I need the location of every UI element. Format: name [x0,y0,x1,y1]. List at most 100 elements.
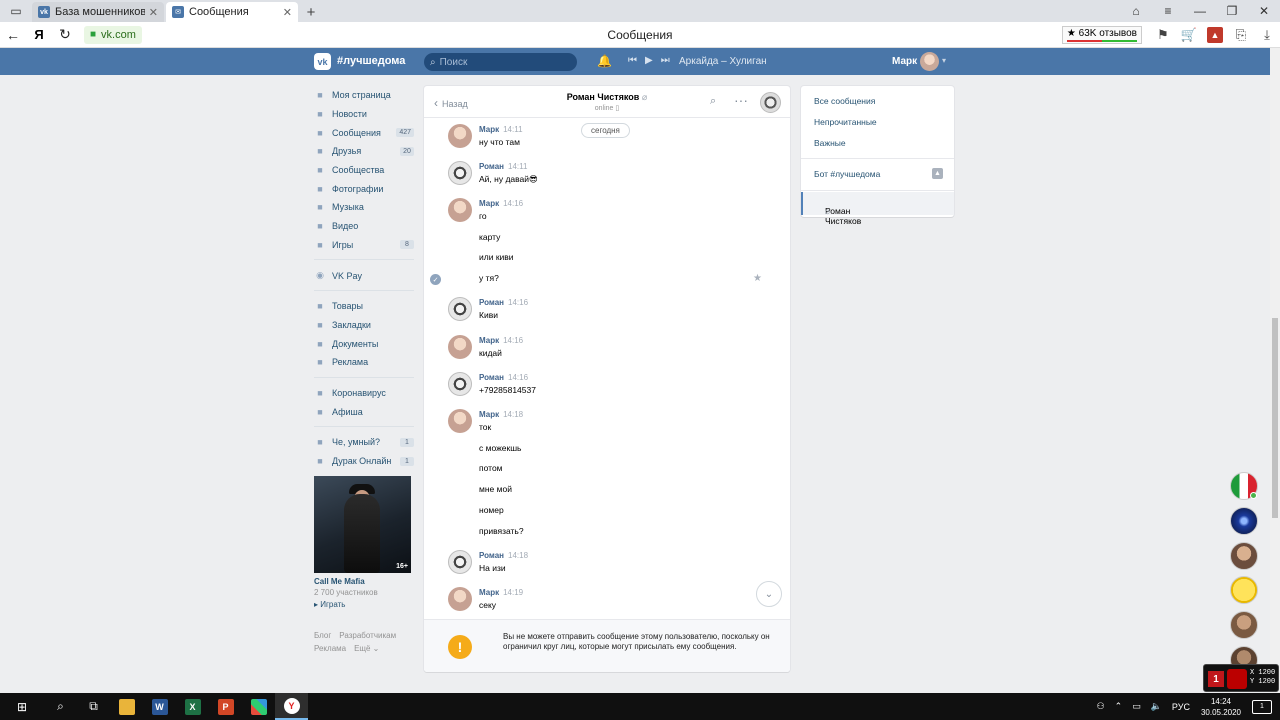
sidebar-item[interactable]: ■ Реклама [314,353,414,372]
next-track-icon[interactable]: ⏭ [661,55,670,66]
back-arrow-icon[interactable]: ← [0,22,26,48]
search-icon[interactable]: ⌕ [710,95,716,108]
cart-icon[interactable]: 🛒 [1176,22,1202,48]
message-author[interactable]: Марк 14:16 [479,199,523,208]
filter-important[interactable]: Важные [814,138,846,148]
reload-icon[interactable]: ↻ [52,22,78,48]
volume-icon[interactable]: 🔈 [1151,701,1162,712]
restore-icon[interactable]: ❐ [1216,0,1248,22]
sidebar-item[interactable]: ■ Видео [314,217,414,236]
more-icon[interactable]: ··· [734,92,748,108]
avatar[interactable] [448,297,472,321]
scroll-down-button[interactable]: ⌄ [756,581,782,607]
windows-start-icon[interactable]: ⊞ [0,693,44,720]
message-author[interactable]: Роман 14:18 [479,551,528,560]
extension-icon[interactable]: ▲ [1207,27,1223,43]
sidebar-item[interactable]: ■ Закладки [314,316,414,335]
sidebar-item[interactable]: ■ Че, умный? 1 [314,433,414,452]
new-tab-button[interactable]: + [300,2,322,22]
avatar[interactable] [448,161,472,185]
vk-brand[interactable]: #лучшедома [337,55,405,67]
footer-blog-link[interactable]: Блог [314,631,331,640]
avatar[interactable] [448,587,472,611]
tab-close-icon[interactable]: ✕ [283,6,292,19]
footer-ads-link[interactable]: Реклама [314,644,346,653]
cube-app-icon[interactable] [242,693,275,720]
clock[interactable]: 14:24 30.05.2020 [1201,696,1241,718]
minimize-icon[interactable]: — [1184,0,1216,22]
url-field[interactable]: ■ vk.com [84,25,142,44]
search-input[interactable] [439,56,560,68]
message-author[interactable]: Марк 14:19 [479,588,523,597]
collections-icon[interactable]: ⎘ [1228,22,1254,48]
people-icon[interactable]: ⚇ [1097,701,1105,712]
chat-bubble-avatar[interactable] [1230,541,1258,570]
avatar[interactable] [448,335,472,359]
sidebar-item[interactable]: ■ Сообщения 427 [314,123,414,142]
promo-title[interactable]: Call Me Mafia [314,577,414,586]
promo-play-link[interactable]: ▸ Играть [314,600,414,609]
message-history[interactable]: сегодня Марк 14:11 ну что там Роман 14:11 Ай,… [424,119,790,619]
chat-bubble-avatar[interactable] [1230,506,1258,535]
message-author[interactable]: Роман 14:11 [479,162,527,171]
prev-track-icon[interactable]: ⏮ [628,55,637,66]
sidebar-item-vkpay[interactable]: ◉ VK Pay [314,266,414,285]
excel-icon[interactable]: X [176,693,209,720]
sidebar-item[interactable]: ■ Друзья 20 [314,142,414,161]
scrollbar-thumb[interactable] [1272,318,1278,518]
task-view-icon[interactable]: ⧉ [77,693,110,720]
file-explorer-icon[interactable] [110,693,143,720]
tab-scam-database[interactable]: vk База мошенников ВКонта ✕ [32,2,164,22]
chevron-up-icon[interactable]: ⌃ [1115,701,1123,712]
bot-chat[interactable]: Бот #лучшедома [814,169,880,179]
star-icon[interactable]: ★ [753,273,762,284]
page-scrollbar[interactable] [1270,48,1280,693]
bell-icon[interactable]: 🔔 [597,54,612,68]
selected-conversation[interactable]: Роман Чистяков ⌀ [801,192,954,226]
avatar[interactable] [760,92,781,113]
avatar[interactable] [448,550,472,574]
chat-bubble-avatar[interactable] [1230,611,1258,640]
message-select-check-icon[interactable]: ✓ [430,274,441,286]
message-author[interactable]: Марк 14:11 [479,125,523,134]
language-indicator[interactable]: РУС [1172,702,1190,712]
message-author[interactable]: Роман 14:16 [479,373,528,382]
word-icon[interactable]: W [143,693,176,720]
footer-dev-link[interactable]: Разработчикам [339,631,396,640]
avatar[interactable] [920,52,939,71]
yandex-logo[interactable]: Я [26,22,52,48]
message-author[interactable]: Роман 14:16 [479,298,528,307]
sidebar-item[interactable]: ■ Сообщества [314,161,414,180]
overlay-widget[interactable]: 1 X 1200 Y 1200 [1203,664,1279,692]
tab-close-icon[interactable]: ✕ [149,6,158,19]
yandex-browser-icon[interactable]: Y [275,693,308,720]
powerpoint-icon[interactable]: P [209,693,242,720]
avatar[interactable] [448,372,472,396]
game-promo-image[interactable]: 16+ [314,476,411,574]
search-icon[interactable]: ⌕ [44,693,77,720]
play-icon[interactable]: ▶ [645,55,653,66]
sidebar-item[interactable]: ■ Афиша [314,402,414,421]
message-author[interactable]: Марк 14:16 [479,336,523,345]
chevron-down-icon[interactable]: ▾ [942,56,946,65]
sidebar-item[interactable]: ■ Фотографии [314,179,414,198]
sidebar-item[interactable]: ■ Моя страница [314,86,414,105]
sidebar-item[interactable]: ■ Документы [314,334,414,353]
filter-all[interactable]: Все сообщения [814,96,875,106]
close-window-icon[interactable]: ✕ [1248,0,1280,22]
sidebar-item[interactable]: ■ Коронавирус [314,384,414,403]
avatar[interactable] [448,409,472,433]
sidebar-item[interactable]: ■ Товары [314,297,414,316]
sidebar-item[interactable]: ■ Дурак Онлайн 1 [314,452,414,471]
message-author[interactable]: Марк 14:18 [479,410,523,419]
avatar[interactable] [448,124,472,148]
download-icon[interactable]: ⤓ [1254,22,1280,48]
tab-messages[interactable]: ✉ Сообщения ✕ [166,2,298,22]
game-promo[interactable]: 16+ Call Me Mafia 2 700 участников ▸ Игр… [314,476,414,609]
chat-bubble-avatar[interactable] [1230,576,1258,605]
bookmarks-icon[interactable]: ⌂ [1120,0,1152,22]
menu-icon[interactable]: ≡ [1152,0,1184,22]
sidebar-item[interactable]: ■ Новости [314,105,414,124]
current-track[interactable]: Аркайда – Хулиган [679,56,767,67]
sidebar-item[interactable]: ■ Игры 8 [314,236,414,255]
